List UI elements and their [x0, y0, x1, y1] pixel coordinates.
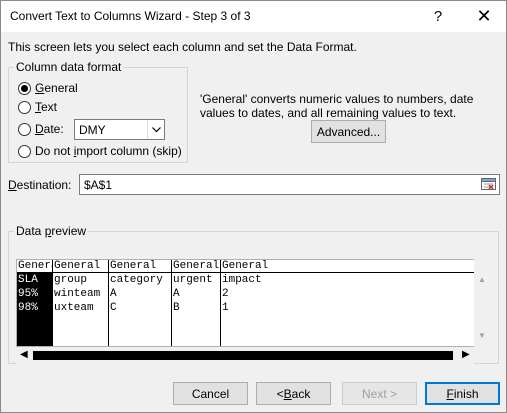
help-button[interactable]: ?	[415, 1, 461, 32]
preview-cell: winteam	[54, 288, 101, 300]
preview-cell: 2	[222, 288, 229, 300]
radio-label: General	[35, 81, 78, 95]
preview-cell: group	[54, 274, 88, 286]
preview-cell: 95%	[18, 288, 38, 300]
date-format-value: DMY	[79, 123, 106, 137]
preview-cell: SLA	[18, 274, 38, 286]
chevron-down-icon[interactable]	[147, 120, 164, 139]
radio-button[interactable]	[18, 100, 31, 114]
scroll-up-icon[interactable]: ▲	[478, 275, 486, 284]
preview-cell: impact	[222, 274, 262, 286]
preview-cell: category	[110, 274, 163, 286]
title-bar: Convert Text to Columns Wizard - Step 3 …	[1, 1, 506, 32]
preview-cell: 1	[222, 302, 229, 314]
scroll-right-icon[interactable]: ▶	[462, 349, 470, 360]
radio-label: Date:	[35, 122, 64, 136]
destination-value: $A$1	[84, 178, 113, 192]
date-format-select[interactable]: DMY	[74, 119, 165, 140]
window-title: Convert Text to Columns Wizard - Step 3 …	[10, 9, 251, 23]
cancel-button[interactable]: Cancel	[173, 382, 248, 405]
group-label: Data preview	[14, 224, 89, 238]
data-preview-grid[interactable]: General SLA 95% 98% General group wintea…	[16, 259, 490, 347]
preview-column[interactable]: General urgent A B	[172, 260, 221, 346]
advanced-button[interactable]: Advanced...	[311, 120, 386, 143]
column-header[interactable]: General	[17, 260, 52, 273]
radio-skip-column[interactable]: Do not import column (skip)	[18, 144, 182, 158]
preview-column[interactable]: General group winteam uxteam	[53, 260, 109, 346]
preview-cell: A	[173, 288, 180, 300]
radio-button[interactable]	[18, 144, 31, 158]
column-header[interactable]: General	[109, 260, 171, 273]
preview-cell: uxteam	[54, 302, 94, 314]
radio-text[interactable]: Text	[18, 100, 57, 114]
preview-vertical-scrollbar[interactable]: ▲ ▼	[474, 259, 491, 347]
destination-field[interactable]: $A$1	[79, 174, 500, 195]
radio-label: Text	[35, 100, 58, 114]
finish-button[interactable]: Finish	[425, 382, 500, 405]
next-button[interactable]: Next >	[342, 382, 417, 405]
preview-horizontal-scrollbar[interactable]: ◀ ▶	[16, 347, 474, 364]
scrollbar-thumb[interactable]	[33, 351, 453, 360]
group-label: Column data format	[14, 60, 124, 74]
range-picker-icon[interactable]	[480, 177, 497, 192]
preview-column[interactable]: General SLA 95% 98%	[17, 260, 53, 346]
radio-button[interactable]	[18, 122, 31, 136]
close-button[interactable]: ✕	[461, 1, 506, 32]
scroll-left-icon[interactable]: ◀	[20, 349, 28, 360]
radio-button[interactable]	[18, 81, 31, 95]
preview-cell: B	[173, 302, 180, 314]
preview-column[interactable]: General category A C	[109, 260, 172, 346]
radio-label: Do not import column (skip)	[35, 144, 182, 158]
intro-text: This screen lets you select each column …	[8, 40, 357, 54]
destination-label: Destination:	[8, 178, 72, 192]
preview-column[interactable]: General impact 2 1	[221, 260, 477, 346]
preview-cell: urgent	[173, 274, 213, 286]
radio-date[interactable]: Date:	[18, 122, 64, 136]
column-header[interactable]: General	[53, 260, 108, 273]
text-to-columns-dialog: Convert Text to Columns Wizard - Step 3 …	[0, 0, 507, 413]
preview-cell: 98%	[18, 302, 38, 314]
column-header[interactable]: General	[221, 260, 477, 273]
column-header[interactable]: General	[172, 260, 220, 273]
preview-cell: A	[110, 288, 117, 300]
radio-general[interactable]: General	[18, 81, 78, 95]
preview-cell: C	[110, 302, 117, 314]
back-button[interactable]: < Back	[256, 382, 331, 405]
format-description: 'General' converts numeric values to num…	[200, 92, 474, 120]
scroll-down-icon[interactable]: ▼	[478, 331, 486, 340]
